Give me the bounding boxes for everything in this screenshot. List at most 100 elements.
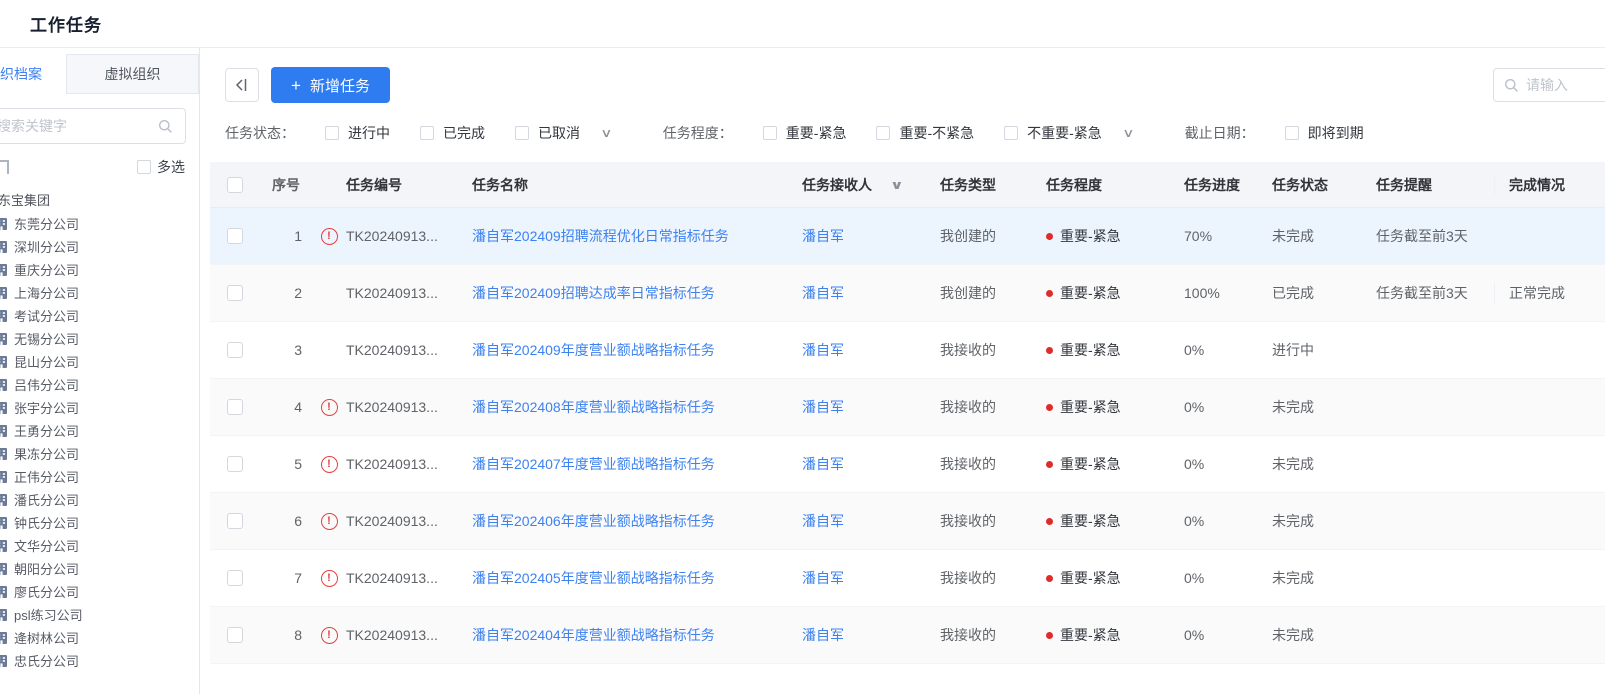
row-checkbox[interactable] xyxy=(227,456,243,472)
row-checkbox[interactable] xyxy=(227,399,243,415)
multi-select-checkbox[interactable] xyxy=(137,160,151,174)
receiver-link[interactable]: 潘自军 xyxy=(802,568,844,588)
tree-item-company[interactable]: 文华分公司 xyxy=(0,534,199,557)
building-icon xyxy=(0,654,8,668)
task-name-link[interactable]: 潘自军202408年度营业额战略指标任务 xyxy=(472,399,715,415)
task-name-link[interactable]: 潘自军202409年度营业额战略指标任务 xyxy=(472,342,715,358)
tree-root-node[interactable]: 东宝集团 xyxy=(0,190,199,212)
tree-item-company[interactable]: 昆山分公司 xyxy=(0,350,199,373)
degree-dot-icon xyxy=(1046,233,1053,240)
row-checkbox[interactable] xyxy=(227,342,243,358)
tree-item-company[interactable]: 深圳分公司 xyxy=(0,235,199,258)
cell-degree: 重要-紧急 xyxy=(1060,511,1121,531)
row-checkbox[interactable] xyxy=(227,513,243,529)
receiver-link[interactable]: 潘自军 xyxy=(802,226,844,246)
tree-item-company[interactable]: 忠氏分公司 xyxy=(0,649,199,672)
cell-task-type: 我接收的 xyxy=(940,397,1046,417)
chevron-down-icon[interactable]: ∨ xyxy=(600,126,612,140)
tree-item-company[interactable]: 潘氏分公司 xyxy=(0,488,199,511)
select-all-checkbox[interactable] xyxy=(227,177,243,193)
tree-item-company[interactable]: 果冻分公司 xyxy=(0,442,199,465)
table-row[interactable]: 1!TK20240913...潘自军202409招聘流程优化日常指标任务潘自军我… xyxy=(210,208,1605,265)
task-name-link[interactable]: 潘自军202404年度营业额战略指标任务 xyxy=(472,627,715,643)
company-label: 果冻分公司 xyxy=(14,444,79,463)
filter-option[interactable]: 进行中 xyxy=(325,123,390,143)
multi-select-label: 多选 xyxy=(157,157,185,177)
task-name-link[interactable]: 潘自军202405年度营业额战略指标任务 xyxy=(472,570,715,586)
task-name-link[interactable]: 潘自军202409招聘流程优化日常指标任务 xyxy=(472,228,729,244)
filter-group: 任务状态：进行中已完成已取消∨ xyxy=(225,123,611,143)
tree-item-company[interactable]: psl练习公司 xyxy=(0,603,199,626)
chevron-down-icon[interactable]: ∨ xyxy=(890,178,904,192)
tree-item-company[interactable]: 张宇分公司 xyxy=(0,396,199,419)
receiver-link[interactable]: 潘自军 xyxy=(802,454,844,474)
tree-item-company[interactable]: 廖氏分公司 xyxy=(0,580,199,603)
receiver-link[interactable]: 潘自军 xyxy=(802,511,844,531)
company-label: 文华分公司 xyxy=(14,536,79,555)
task-name-link[interactable]: 潘自军202409招聘达成率日常指标任务 xyxy=(472,285,715,301)
tree-item-company[interactable]: 钟氏分公司 xyxy=(0,511,199,534)
tab-virtual-org[interactable]: 虚拟组织 xyxy=(66,54,199,94)
task-name-link[interactable]: 潘自军202407年度营业额战略指标任务 xyxy=(472,456,715,472)
row-checkbox[interactable] xyxy=(227,570,243,586)
building-icon xyxy=(0,240,8,254)
filter-option[interactable]: 不重要-紧急 xyxy=(1004,123,1102,143)
filter-checkbox[interactable] xyxy=(515,126,529,140)
building-icon xyxy=(0,424,8,438)
filter-option[interactable]: 已取消 xyxy=(515,123,580,143)
sidebar-search-input[interactable]: 请输入搜索关键字 xyxy=(0,108,186,144)
filter-checkbox[interactable] xyxy=(763,126,777,140)
cell-status: 未完成 xyxy=(1272,625,1376,645)
tree-item-company[interactable]: 王勇分公司 xyxy=(0,419,199,442)
table-row[interactable]: 6!TK20240913...潘自军202406年度营业额战略指标任务潘自军我接… xyxy=(210,493,1605,550)
company-label: 重庆分公司 xyxy=(14,260,79,279)
table-row[interactable]: 5!TK20240913...潘自军202407年度营业额战略指标任务潘自军我接… xyxy=(210,436,1605,493)
filter-option-label: 进行中 xyxy=(348,123,390,143)
tree-item-company[interactable]: 上海分公司 xyxy=(0,281,199,304)
building-icon xyxy=(0,332,8,346)
collapse-sidebar-button[interactable] xyxy=(225,68,259,102)
chevron-down-icon[interactable]: ∨ xyxy=(1122,126,1134,140)
filter-checkbox[interactable] xyxy=(420,126,434,140)
row-checkbox[interactable] xyxy=(227,228,243,244)
filter-checkbox[interactable] xyxy=(1285,126,1299,140)
filter-option[interactable]: 重要-紧急 xyxy=(763,123,847,143)
filter-group: 截止日期：即将到期 xyxy=(1185,123,1364,143)
degree-dot-icon xyxy=(1046,575,1053,582)
tree-item-company[interactable]: 无锡分公司 xyxy=(0,327,199,350)
task-name-link[interactable]: 潘自军202406年度营业额战略指标任务 xyxy=(472,513,715,529)
row-checkbox[interactable] xyxy=(227,285,243,301)
receiver-link[interactable]: 潘自军 xyxy=(802,625,844,645)
tree-item-company[interactable]: 重庆分公司 xyxy=(0,258,199,281)
receiver-link[interactable]: 潘自军 xyxy=(802,283,844,303)
table-row[interactable]: 4!TK20240913...潘自军202408年度营业额战略指标任务潘自军我接… xyxy=(210,379,1605,436)
filter-checkbox[interactable] xyxy=(1004,126,1018,140)
cell-task-code: TK20240913... xyxy=(346,228,472,244)
tree-item-company[interactable]: 吕伟分公司 xyxy=(0,373,199,396)
tab-org-archive[interactable]: 组织档案 xyxy=(0,54,66,94)
filter-checkbox[interactable] xyxy=(325,126,339,140)
tree-item-company[interactable]: 逄树林公司 xyxy=(0,626,199,649)
add-task-button[interactable]: + 新增任务 xyxy=(271,67,390,103)
receiver-link[interactable]: 潘自军 xyxy=(802,397,844,417)
row-checkbox[interactable] xyxy=(227,627,243,643)
filter-option[interactable]: 即将到期 xyxy=(1285,123,1364,143)
receiver-link[interactable]: 潘自军 xyxy=(802,340,844,360)
tree-item-company[interactable]: 东莞分公司 xyxy=(0,212,199,235)
sidebar-search-placeholder: 请输入搜索关键字 xyxy=(0,116,158,136)
company-label: 考试分公司 xyxy=(14,306,79,325)
tree-item-company[interactable]: 正伟分公司 xyxy=(0,465,199,488)
table-row[interactable]: 7!TK20240913...潘自军202405年度营业额战略指标任务潘自军我接… xyxy=(210,550,1605,607)
filter-checkbox[interactable] xyxy=(876,126,890,140)
header-select-all xyxy=(210,177,260,193)
tree-item-company[interactable]: 朝阳分公司 xyxy=(0,557,199,580)
table-row[interactable]: 8!TK20240913...潘自军202404年度营业额战略指标任务潘自军我接… xyxy=(210,607,1605,664)
filter-option[interactable]: 已完成 xyxy=(420,123,485,143)
table-row[interactable]: 3TK20240913...潘自军202409年度营业额战略指标任务潘自军我接收… xyxy=(210,322,1605,379)
filter-option[interactable]: 重要-不紧急 xyxy=(876,123,974,143)
table-search-input[interactable]: 请输入 xyxy=(1493,68,1605,102)
table-row[interactable]: 2TK20240913...潘自军202409招聘达成率日常指标任务潘自军我创建… xyxy=(210,265,1605,322)
company-label: 钟氏分公司 xyxy=(14,513,79,532)
tree-item-company[interactable]: 考试分公司 xyxy=(0,304,199,327)
header-status: 任务状态 xyxy=(1272,175,1376,195)
